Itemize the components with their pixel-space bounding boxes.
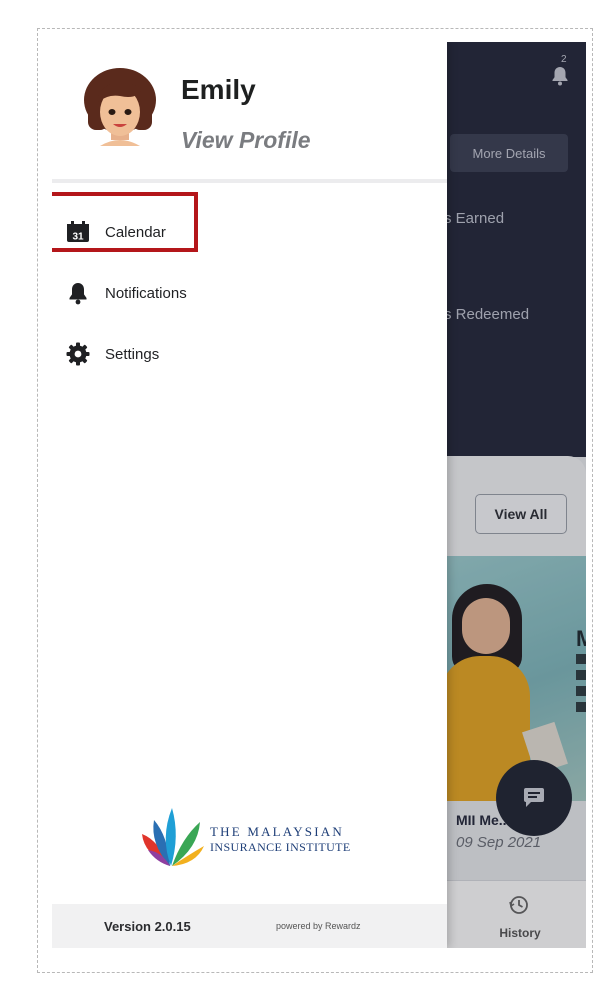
gear-icon	[66, 342, 90, 366]
bell-icon	[66, 281, 90, 305]
drawer-footer: Version 2.0.15 powered by Rewardz	[52, 904, 447, 948]
mii-logo: THE MALAYSIAN INSURANCE INSTITUTE	[140, 800, 370, 870]
version-label: Version 2.0.15	[104, 918, 191, 934]
menu-item-notifications[interactable]: Notifications	[52, 271, 447, 315]
logo-text-line1: THE MALAYSIAN	[210, 824, 344, 839]
view-profile-link[interactable]: View Profile	[181, 127, 311, 154]
menu-item-settings[interactable]: Settings	[52, 332, 447, 376]
divider	[52, 179, 447, 183]
user-name: Emily	[181, 74, 256, 105]
menu-label-settings: Settings	[105, 345, 160, 363]
navigation-drawer: Emily View Profile 31 Calendar Notificat…	[52, 42, 447, 948]
avatar[interactable]	[80, 66, 160, 148]
logo-text-line2: INSURANCE INSTITUTE	[210, 840, 351, 854]
logo-mark	[142, 808, 204, 866]
calendar-highlight-box	[52, 192, 198, 252]
powered-by-label: powered by Rewardz	[276, 921, 361, 931]
menu-label-notifications: Notifications	[105, 284, 187, 302]
phone-screen: 2 More Details s Earned s Redeemed View …	[52, 42, 586, 948]
